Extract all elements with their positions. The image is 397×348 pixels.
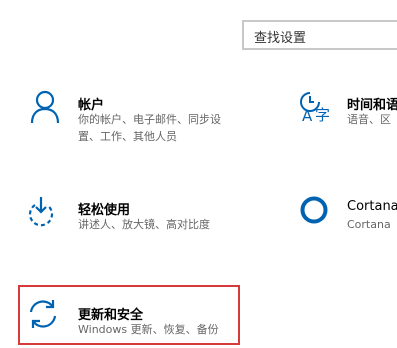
tile-description: 你的帐户、电子邮件、同步设 置、工作、其他人员 [78, 111, 221, 145]
highlight-box [18, 285, 240, 345]
tile-description-line: 语音、区 [347, 113, 391, 126]
tile-description: Cortana [347, 216, 391, 233]
tile-cortana[interactable]: Cortana Cortana [290, 192, 397, 242]
tile-title: Cortana [347, 199, 397, 214]
person-icon [30, 90, 60, 124]
tile-description: 语音、区 [347, 111, 391, 128]
svg-text:A: A [302, 107, 313, 124]
cortana-icon [299, 195, 329, 225]
time-language-icon: A 字 [298, 90, 334, 124]
tile-description-line: 你的帐户、电子邮件、同步设 [78, 113, 221, 126]
tile-time-language[interactable]: A 字 时间和语 语音、区 [290, 86, 397, 150]
tile-description-line: 讲述人、放大镜、高对比度 [78, 218, 210, 231]
tile-ease-of-access[interactable]: 轻松使用 讲述人、放大镜、高对比度 [20, 192, 240, 242]
tile-accounts[interactable]: 帐户 你的帐户、电子邮件、同步设 置、工作、其他人员 [20, 86, 240, 150]
tile-description-line: Cortana [347, 218, 391, 231]
settings-search-box[interactable]: 查找设置 [242, 20, 397, 50]
tile-description: 讲述人、放大镜、高对比度 [78, 216, 210, 233]
tile-description-line: 置、工作、其他人员 [78, 130, 177, 143]
svg-text:字: 字 [315, 106, 330, 124]
ease-of-access-icon [26, 195, 56, 227]
search-placeholder: 查找设置 [254, 31, 307, 46]
